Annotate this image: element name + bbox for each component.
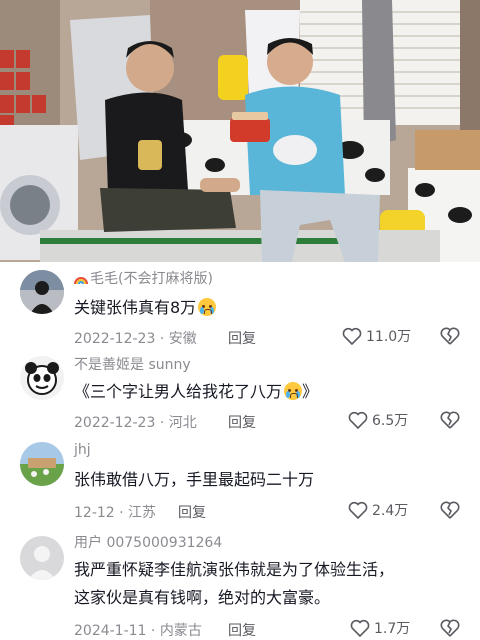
like-button[interactable]: 11.0万 (342, 326, 411, 346)
crying-emoji-icon (198, 298, 217, 316)
like-button[interactable]: 1.7万 (350, 618, 410, 638)
broken-heart-icon[interactable] (440, 500, 460, 520)
comment-username[interactable]: jhj (74, 442, 91, 458)
default-user-avatar-icon[interactable] (20, 536, 64, 580)
comment-text-tail: 》 (302, 382, 319, 401)
comment-location: 安徽 (168, 331, 197, 347)
comment-location: 内蒙古 (159, 623, 202, 639)
video-frame[interactable] (0, 0, 480, 262)
comment-text-content: 关键张伟真有8万 (74, 298, 197, 317)
comment-date: 2022-12-23 (74, 331, 156, 347)
like-button[interactable]: 6.5万 (348, 410, 408, 430)
comment-date: 2022-12-23 (74, 415, 156, 431)
sitcom-scene-image (0, 0, 480, 262)
heart-icon (348, 411, 368, 429)
heart-icon (348, 501, 368, 519)
silhouette-avatar-icon[interactable] (20, 270, 64, 314)
like-count: 2.4万 (372, 503, 409, 519)
comment-text-line1: 我严重怀疑李佳航演张伟就是为了体验生活， (74, 560, 395, 579)
comment-text: 张伟敢借八万，手里最起码二十万 (74, 470, 315, 489)
landscape-avatar-icon[interactable] (20, 442, 64, 486)
comment-username[interactable]: 用户 0075000931264 (74, 532, 222, 552)
comment-item: 用户 0075000931264 我严重怀疑李佳航演张伟就是为了体验生活， 这家… (0, 528, 480, 640)
comment-meta: 12-12 · 江苏 (74, 505, 157, 521)
comment-location: 江苏 (128, 505, 157, 521)
cartoon-panda-avatar-icon[interactable] (20, 356, 64, 400)
heart-icon (342, 327, 362, 345)
username-text: 毛毛 (90, 271, 118, 287)
heart-icon (350, 619, 370, 637)
comment-text: 关键张伟真有8万 (74, 294, 217, 322)
like-count: 6.5万 (372, 413, 409, 429)
broken-heart-icon[interactable] (440, 326, 460, 346)
comment-meta: 2022-12-23 · 河北 (74, 415, 197, 431)
comment-item: 不是善姬是 sunny 《三个字让男人给我花了八万》 2022-12-23 · … (0, 350, 480, 436)
reply-button[interactable]: 回复 (228, 412, 256, 432)
reply-button[interactable]: 回复 (228, 620, 256, 640)
comment-list: 毛毛(不会打麻将版) 关键张伟真有8万 2022-12-23 · 安徽 回复 1… (0, 262, 480, 640)
like-count: 1.7万 (374, 621, 411, 637)
comment-username[interactable]: 毛毛(不会打麻将版) (74, 268, 213, 288)
broken-heart-icon[interactable] (440, 410, 460, 430)
comment-meta: 2024-1-11 · 内蒙古 (74, 623, 202, 639)
comment-text: 《三个字让男人给我花了八万》 (74, 378, 318, 406)
comment-username[interactable]: 不是善姬是 sunny (74, 354, 191, 374)
like-count: 11.0万 (366, 329, 412, 345)
comment-date: 12-12 (74, 505, 115, 521)
comment-item: 毛毛(不会打麻将版) 关键张伟真有8万 2022-12-23 · 安徽 回复 1… (0, 262, 480, 348)
reply-button[interactable]: 回复 (178, 502, 206, 522)
comment-text-content: 《三个字让男人给我花了八万 (74, 382, 283, 401)
broken-heart-icon[interactable] (440, 618, 460, 638)
like-button[interactable]: 2.4万 (348, 500, 408, 520)
rainbow-icon (74, 277, 88, 284)
comment-date: 2024-1-11 (74, 623, 147, 639)
comment-item: jhj 张伟敢借八万，手里最起码二十万 12-12 · 江苏 回复 2.4万 (0, 438, 480, 526)
comment-location: 河北 (168, 415, 197, 431)
username-tag: (不会打麻将版) (118, 271, 213, 287)
reply-button[interactable]: 回复 (228, 328, 256, 348)
crying-emoji-icon (284, 382, 303, 400)
comment-meta: 2022-12-23 · 安徽 (74, 331, 197, 347)
comment-text-line2: 这家伙是真有钱啊，绝对的大富豪。 (74, 588, 331, 607)
